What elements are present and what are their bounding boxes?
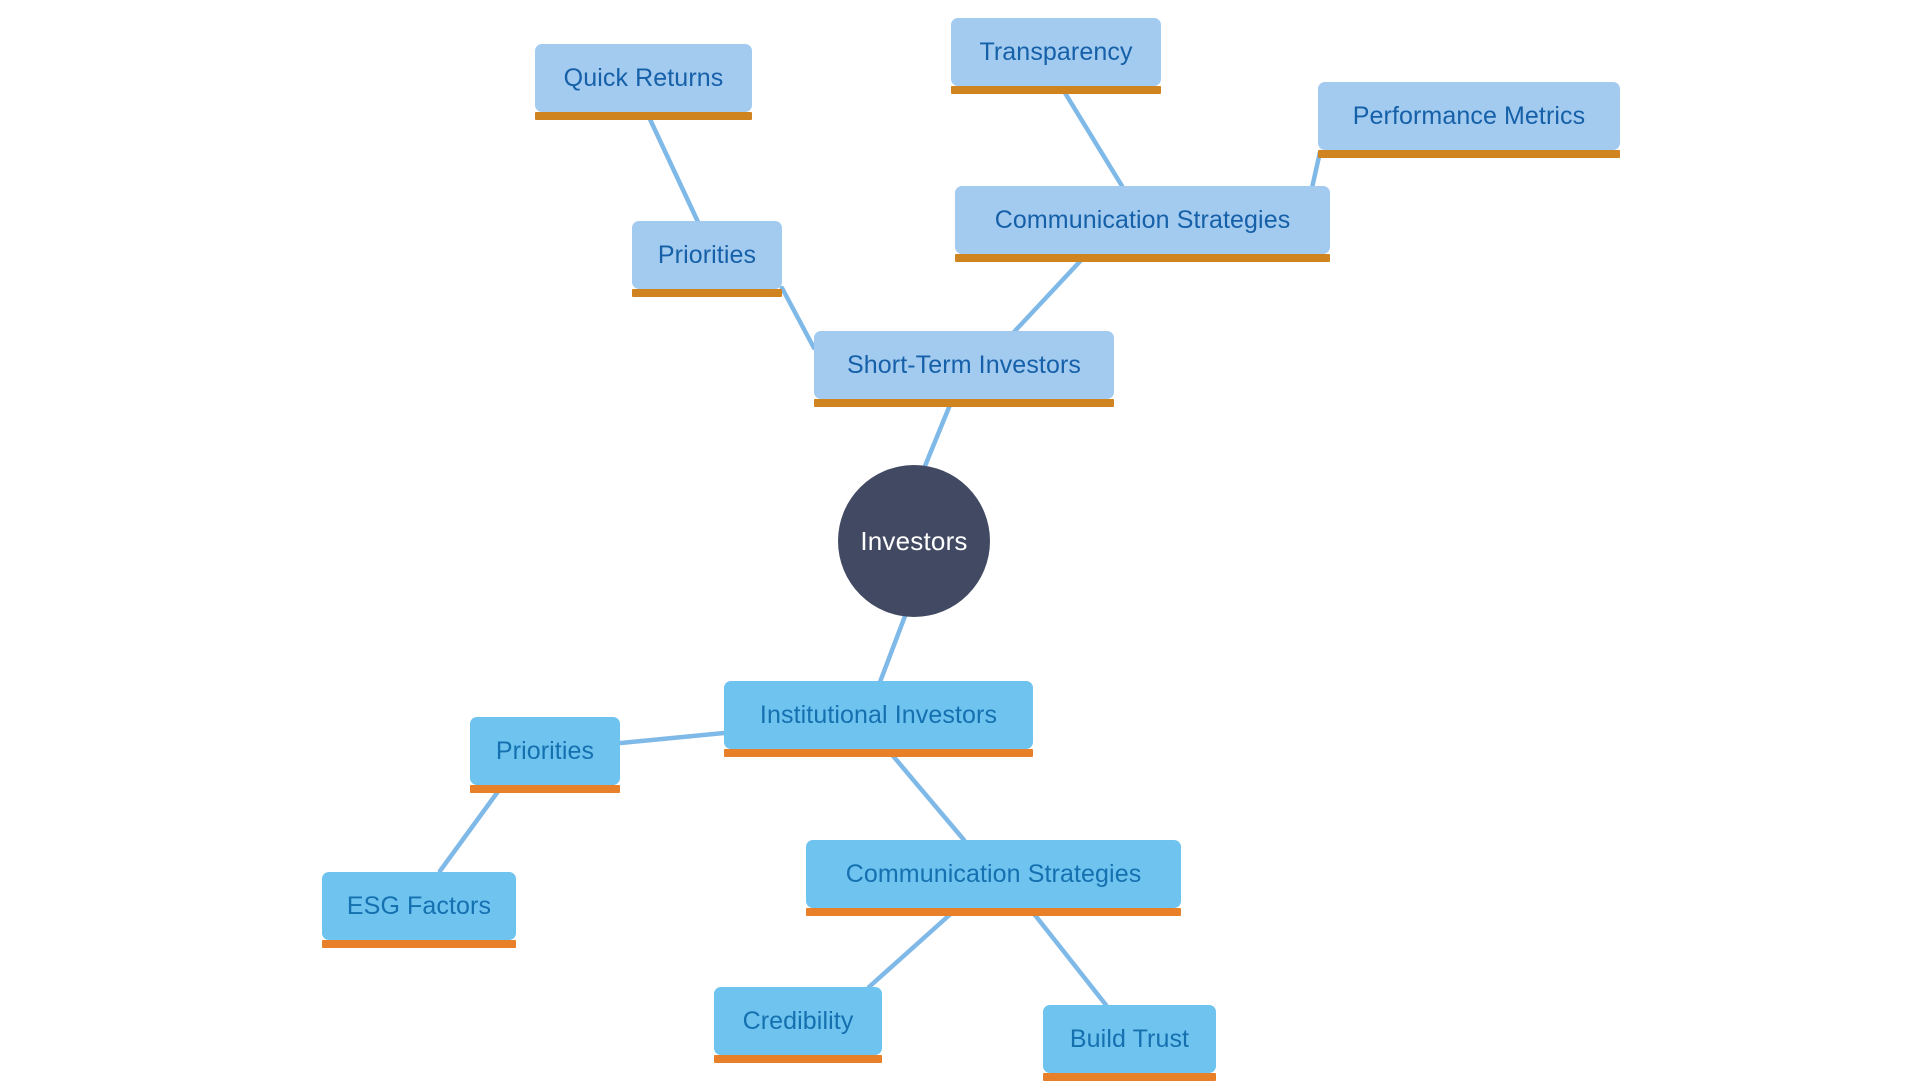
mindmap-node-label: Communication Strategies	[994, 205, 1291, 234]
mindmap-node-accent-bar	[714, 1055, 882, 1062]
mindmap-node-institutional-communication-strategies[interactable]: Communication Strategies	[806, 840, 1181, 916]
mindmap-node-accent-bar	[1318, 150, 1620, 157]
mindmap-node-label: Communication Strategies	[845, 859, 1142, 888]
mindmap-node-accent-bar	[814, 399, 1114, 406]
mindmap-node-accent-bar	[632, 289, 782, 296]
mindmap-node-institutional-priorities[interactable]: Priorities	[470, 717, 620, 793]
mindmap-node-label: ESG Factors	[346, 891, 492, 920]
mindmap-node-label: Quick Returns	[563, 63, 724, 92]
mindmap-node-label: Priorities	[657, 240, 757, 269]
mindmap-node-institutional-investors[interactable]: Institutional Investors	[724, 681, 1033, 757]
root-node-investors[interactable]: Investors	[838, 465, 990, 617]
node-layer: Investors Short-Term Investors Priorities Q…	[0, 0, 1920, 1081]
mindmap-node-accent-bar	[535, 112, 752, 119]
mindmap-node-label: Build Trust	[1069, 1024, 1190, 1053]
mindmap-node-accent-bar	[724, 749, 1033, 756]
mindmap-node-accent-bar	[1043, 1073, 1216, 1080]
mindmap-canvas: Investors Short-Term Investors Priorities Q…	[0, 0, 1920, 1081]
mindmap-node-label: Credibility	[742, 1006, 854, 1035]
mindmap-node-label: Transparency	[979, 37, 1133, 66]
mindmap-node-short-term-communication-strategies[interactable]: Communication Strategies	[955, 186, 1330, 262]
mindmap-node-esg-factors[interactable]: ESG Factors	[322, 872, 516, 948]
mindmap-node-credibility[interactable]: Credibility	[714, 987, 882, 1063]
mindmap-node-label: Short-Term Investors	[846, 350, 1081, 379]
mindmap-node-performance-metrics[interactable]: Performance Metrics	[1318, 82, 1620, 158]
mindmap-node-short-term-priorities[interactable]: Priorities	[632, 221, 782, 297]
mindmap-node-accent-bar	[470, 785, 620, 792]
mindmap-node-transparency[interactable]: Transparency	[951, 18, 1161, 94]
mindmap-node-accent-bar	[322, 940, 516, 947]
mindmap-node-label: Performance Metrics	[1352, 101, 1586, 130]
mindmap-node-short-term-investors[interactable]: Short-Term Investors	[814, 331, 1114, 407]
mindmap-node-accent-bar	[951, 86, 1161, 93]
mindmap-node-accent-bar	[955, 254, 1330, 261]
mindmap-node-label: Institutional Investors	[759, 700, 998, 729]
root-node-label: Investors	[860, 525, 968, 556]
mindmap-node-label: Priorities	[495, 736, 595, 765]
mindmap-node-build-trust[interactable]: Build Trust	[1043, 1005, 1216, 1081]
mindmap-node-accent-bar	[806, 908, 1181, 915]
mindmap-node-quick-returns[interactable]: Quick Returns	[535, 44, 752, 120]
